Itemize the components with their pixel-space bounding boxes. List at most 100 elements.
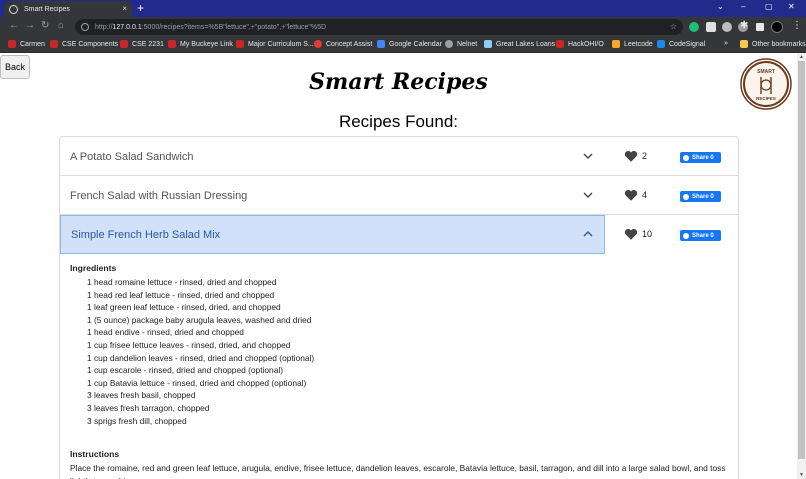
profile-avatar[interactable] [771,21,783,33]
bookmark-item[interactable]: HackOHI/O [556,40,604,48]
bookmark-item[interactable]: Nelnet [445,40,477,48]
recipe-row-expanded: Simple French Herb Salad Mix 10 Share 0 [60,215,738,254]
page-scrollbar[interactable]: ▲ ▼ [797,53,806,479]
recipe-header[interactable]: Simple French Herb Salad Mix [60,215,605,254]
bookmark-item[interactable]: Great Lakes Loans [484,40,555,48]
heart-icon[interactable] [624,189,638,202]
scroll-up-icon[interactable]: ▲ [799,54,804,60]
extension-icon[interactable] [706,22,716,32]
svg-text:RECIPES: RECIPES [756,96,776,101]
forward-arrow-icon[interactable]: → [25,21,35,31]
bookmark-item[interactable]: CSE Components [50,40,118,48]
chevron-down-icon[interactable] [582,150,594,162]
chevron-up-icon[interactable] [582,228,594,240]
facebook-share-button[interactable]: Share 0 [680,230,721,241]
recipe-title: A Potato Salad Sandwich [70,150,194,163]
ingredient-item: 1 head endive - rinsed, dried and choppe… [87,327,244,338]
browser-toolbar: ← → ↻ ⌂ http://127.0.0.1:5000/recipes?it… [0,17,806,37]
ingredients-heading: Ingredients [70,263,117,273]
bookmark-item[interactable]: Leetcode [612,40,653,48]
globe-icon [9,4,18,14]
heart-icon[interactable] [624,150,638,163]
bookmark-icon [50,40,58,48]
recipes-accordion: A Potato Salad Sandwich 2 Share 0 French… [59,136,739,479]
bookmark-icon [8,40,16,48]
recipe-header[interactable]: French Salad with Russian Dressing [60,176,605,215]
bookmark-item[interactable]: CodeSignal [657,40,705,48]
facebook-share-button[interactable]: Share 0 [680,152,721,163]
ingredient-item: 1 leaf green leaf lettuce - rinsed, drie… [87,302,281,313]
address-bar[interactable]: http://127.0.0.1:5000/recipes?items=%5B"… [75,19,683,35]
bookmark-icon [556,40,564,48]
youtube-icon [314,40,322,48]
bookmark-icon [168,40,176,48]
facebook-icon [683,154,689,161]
ingredient-item: 1 cup dandelion leaves - rinsed, dried a… [87,352,315,363]
ingredient-item: 1 cup escarole - rinsed, dried and chopp… [87,365,284,376]
ingredient-item: 3 leaves fresh tarragon, chopped [87,402,210,413]
menu-icon[interactable]: ⋮ [792,21,802,31]
instructions-heading: Instructions [70,449,120,460]
close-tab-icon[interactable]: × [122,5,127,13]
more-bookmarks-button[interactable]: » [724,40,728,47]
bookmark-icon [236,40,244,48]
ingredient-item: 1 head romaine lettuce - rinsed, dried a… [87,277,277,287]
grammarly-icon[interactable] [689,22,699,32]
home-icon[interactable]: ⌂ [58,21,64,31]
bookmark-icon [445,40,453,48]
instructions-text: Place the romaine, red and green leaf le… [70,463,726,479]
tab-title: Smart Recipes [24,5,70,13]
tab-search-icon[interactable]: ⌄ [717,2,724,11]
ingredient-item: 3 sprigs fresh dill, chopped [87,415,187,426]
star-icon[interactable]: ☆ [670,22,677,31]
new-tab-button[interactable]: + [137,2,144,14]
bookmark-item[interactable]: Carmen [8,40,45,48]
sidepanel-icon[interactable] [756,23,764,31]
bookmark-icon [484,40,492,48]
other-bookmarks[interactable]: Other bookmarks [740,40,806,48]
recipe-header[interactable]: A Potato Salad Sandwich [60,137,605,176]
like-count: 4 [642,190,648,200]
bookmark-item[interactable]: Major Curriculum S... [236,40,314,48]
ingredient-item: 1 (5 ounce) package baby arugula leaves,… [87,314,312,325]
calendar-icon [377,40,385,48]
back-arrow-icon[interactable]: ← [9,21,19,31]
ingredient-item: 1 head red leaf lettuce - rinsed, dried … [87,289,275,300]
folder-icon [740,40,748,48]
ingredient-item: 1 cup frisee lettuce leaves - rinsed, dr… [87,339,291,350]
bookmark-item[interactable]: Google Calendar [377,40,442,48]
facebook-icon [683,193,689,200]
browser-tab[interactable]: Smart Recipes × [4,1,132,17]
recipe-row: French Salad with Russian Dressing 4 Sha… [60,176,738,215]
close-window-button[interactable]: ✕ [788,2,795,11]
puzzle-icon[interactable]: ✱ [740,21,748,31]
bookmarks-bar: Carmen CSE Components CSE 2231 My Buckey… [0,37,806,53]
scroll-down-icon[interactable]: ▼ [799,472,804,478]
bookmark-item[interactable]: My Buckeye Link [168,40,233,48]
bookmark-item[interactable]: Concept Assist [314,40,372,48]
recipe-title: Simple French Herb Salad Mix [71,228,221,241]
page-content: Back SMART RECIPES Smart Recipes Recipes… [0,53,797,479]
heart-icon[interactable] [624,228,638,241]
site-info-icon[interactable] [81,23,89,31]
page-heading: Recipes Found: [338,112,459,131]
like-count: 2 [642,151,648,161]
ingredients-list: 1 head romaine lettuce - rinsed, dried a… [70,276,738,427]
ingredient-item: 3 leaves fresh basil, chopped [87,390,196,401]
bookmark-item[interactable]: CSE 2231 [120,40,164,48]
ingredient-item: 1 cup Batavia lettuce - rinsed, dried an… [87,377,307,388]
tab-strip: Smart Recipes × + ⌄ – ▢ ✕ [0,0,806,17]
chevron-down-icon[interactable] [582,189,594,201]
maximize-button[interactable]: ▢ [765,2,773,11]
reload-icon[interactable]: ↻ [41,21,49,31]
bookmark-icon [120,40,128,48]
app-title: Smart Recipes [309,69,488,95]
like-count: 10 [642,229,653,239]
minimize-button[interactable]: – [741,2,745,11]
extension-icon[interactable] [722,22,732,32]
facebook-share-button[interactable]: Share 0 [680,191,721,202]
url-text: http://127.0.0.1:5000/recipes?items=%5B"… [95,23,327,31]
codesignal-icon [657,40,665,48]
recipe-title: French Salad with Russian Dressing [70,189,248,202]
scrollbar-thumb[interactable] [798,61,805,459]
